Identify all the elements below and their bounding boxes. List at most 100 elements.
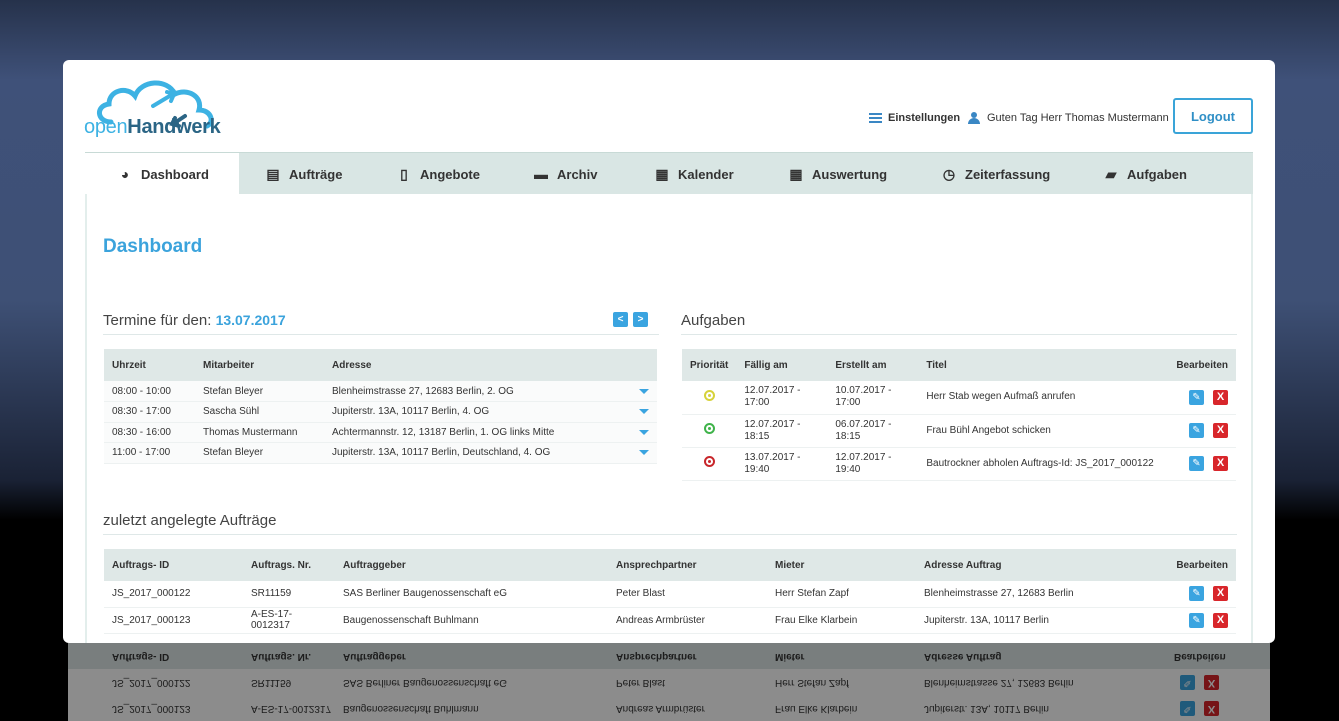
title-cell: Bautrockner abholen Auftrags-Id: JS_2017… [918, 447, 1166, 481]
title-cell: Herr Stab wegen Aufmaß anrufen [918, 381, 1166, 415]
tab-label: Angebote [420, 166, 480, 182]
tab-label: Zeiterfassung [965, 166, 1051, 182]
table-row: 12.07.2017 -18:15 06.07.2017 -18:15 Frau… [682, 414, 1236, 448]
address-cell: Blenheimstrasse 27, 12683 Berlin [916, 581, 1166, 608]
tab-auswertung[interactable]: ▦ Auswertung [788, 153, 887, 195]
tab-auftraege[interactable]: ▤ Aufträge [265, 153, 342, 195]
column-header: Bearbeiten [1166, 349, 1236, 381]
termine-title: Termine für den: 13.07.2017 [103, 312, 286, 329]
user-greeting: Guten Tag Herr Thomas Mustermann [968, 108, 1169, 128]
created-cell: 12.07.2017 -19:40 [827, 447, 919, 481]
table-row: JS_2017_000122 SR11159 SAS Berliner Baug… [104, 581, 1236, 608]
user-icon [968, 112, 980, 124]
reflection-row: JS_2017_000122 SR11159 SAS Berliner Baug… [68, 669, 1270, 695]
next-day-button[interactable]: > [633, 312, 648, 327]
reflection-row: JS_2017_000123 A-ES-17-0012317 Baugenoss… [68, 695, 1270, 721]
due-cell: 13.07.2017 -19:40 [736, 447, 828, 481]
nr-cell: A-ES-17-0012317 [243, 607, 335, 634]
title-cell: Frau Bühl Angebot schicken [918, 414, 1166, 448]
reflection-header: Auftrags- ID Auftrags. Nr. Auftraggeber … [68, 643, 1270, 669]
tab-angebote[interactable]: ▯ Angebote [396, 153, 480, 195]
divider [103, 534, 1237, 535]
edit-icon[interactable]: ✎ [1189, 586, 1204, 602]
chevron-down-icon[interactable] [639, 388, 649, 394]
column-header: Bearbeiten [1166, 549, 1236, 581]
document-list-icon: ▤ [266, 165, 280, 182]
calendar-icon: ▦ [655, 165, 669, 182]
tab-label: Aufgaben [1127, 166, 1187, 182]
table-row: 13.07.2017 -19:40 12.07.2017 -19:40 Baut… [682, 447, 1236, 481]
employee-cell: Stefan Bleyer [195, 442, 324, 464]
address-cell: Jupiterstr. 13A, 10117 Berlin, Deutschla… [324, 442, 631, 464]
document-icon: ▯ [400, 165, 408, 182]
time-cell: 08:00 - 10:00 [104, 381, 195, 402]
table-header: Priorität Fällig am Erstellt am Titel Be… [682, 349, 1236, 381]
priority-medium-icon [703, 423, 715, 434]
page-title: Dashboard [103, 236, 203, 257]
delete-icon[interactable]: X [1213, 612, 1228, 628]
tenant-cell: Herr Stefan Zapf [767, 581, 916, 608]
chevron-down-icon[interactable] [639, 409, 649, 415]
tab-archiv[interactable]: ▬ Archiv [533, 153, 597, 195]
due-cell: 12.07.2017 -18:15 [736, 414, 828, 448]
column-header: Mitarbeiter [195, 349, 324, 381]
divider [103, 334, 659, 335]
employee-cell: Thomas Mustermann [195, 422, 324, 443]
id-cell: JS_2017_000122 [104, 581, 243, 608]
delete-icon[interactable]: X [1213, 423, 1228, 438]
tab-kalender[interactable]: ▦ Kalender [654, 153, 733, 195]
settings-label: Einstellungen [888, 112, 961, 124]
address-cell: Jupiterstr. 13A, 10117 Berlin, 4. OG [324, 401, 631, 423]
delete-icon[interactable]: X [1213, 389, 1228, 405]
delete-icon[interactable]: X [1213, 586, 1228, 602]
menu-icon [869, 111, 882, 125]
chevron-down-icon[interactable] [639, 429, 649, 435]
column-header: Adresse [324, 349, 631, 381]
created-cell: 06.07.2017 -18:15 [827, 414, 919, 448]
column-header: Erstellt am [827, 349, 919, 381]
aufgaben-table: Priorität Fällig am Erstellt am Titel Be… [682, 349, 1236, 481]
created-cell: 10.07.2017 -17:00 [827, 381, 919, 415]
tab-aufgaben[interactable]: ▰ Aufgaben [1103, 153, 1187, 195]
tab-zeiterfassung[interactable]: ◷ Zeiterfassung [941, 153, 1050, 195]
edit-icon[interactable]: ✎ [1189, 423, 1204, 438]
archive-icon: ▬ [534, 166, 548, 182]
employee-cell: Stefan Bleyer [195, 381, 324, 402]
table-row: 08:30 - 16:00 Thomas Mustermann Achterma… [104, 422, 657, 443]
client-cell: SAS Berliner Baugenossenschaft eG [335, 581, 608, 608]
contact-cell: Peter Blast [608, 581, 767, 608]
termine-table: Uhrzeit Mitarbeiter Adresse 08:00 - 10:0… [104, 349, 657, 464]
column-header: Uhrzeit [104, 349, 195, 381]
address-cell: Blenheimstrasse 27, 12683 Berlin, 2. OG [324, 381, 631, 402]
grid-table-icon: ▦ [789, 165, 803, 182]
table-row: 08:00 - 10:00 Stefan Bleyer Blenheimstra… [104, 381, 657, 402]
time-cell: 08:30 - 17:00 [104, 401, 195, 423]
logout-button[interactable]: Logout [1173, 98, 1253, 134]
edit-icon[interactable]: ✎ [1189, 612, 1204, 628]
table-row: 11:00 - 17:00 Stefan Bleyer Jupiterstr. … [104, 442, 657, 464]
priority-high-icon [703, 456, 715, 467]
client-cell: Baugenossenschaft Buhlmann [335, 607, 608, 634]
time-cell: 08:30 - 16:00 [104, 422, 195, 443]
chevron-down-icon[interactable] [639, 450, 649, 456]
delete-icon[interactable]: X [1213, 456, 1228, 471]
due-cell: 12.07.2017 -17:00 [736, 381, 828, 415]
auftraege-title: zuletzt angelegte Aufträge [103, 512, 277, 529]
column-header: Auftrags- ID [104, 549, 243, 581]
priority-low-icon [703, 389, 715, 401]
aufgaben-title: Aufgaben [681, 312, 746, 329]
column-header: Priorität [682, 349, 737, 381]
edit-icon[interactable]: ✎ [1189, 456, 1204, 471]
termine-title-label: Termine für den: [103, 312, 212, 329]
tab-dashboard[interactable]: ◕ Dashboard [85, 153, 239, 195]
dashboard-icon: ◕ [120, 166, 130, 182]
app-window: openHandwerk Einstellungen Guten Tag Her… [63, 60, 1275, 643]
table-row: 12.07.2017 -17:00 10.07.2017 -17:00 Herr… [682, 381, 1236, 415]
tab-label: Archiv [557, 166, 598, 182]
settings-link[interactable]: Einstellungen [869, 108, 960, 128]
tenant-cell: Frau Elke Klarbein [767, 607, 916, 634]
edit-icon[interactable]: ✎ [1189, 389, 1204, 405]
prev-day-button[interactable]: < [613, 312, 628, 327]
nr-cell: SR11159 [243, 581, 335, 608]
tab-label: Dashboard [141, 166, 209, 182]
